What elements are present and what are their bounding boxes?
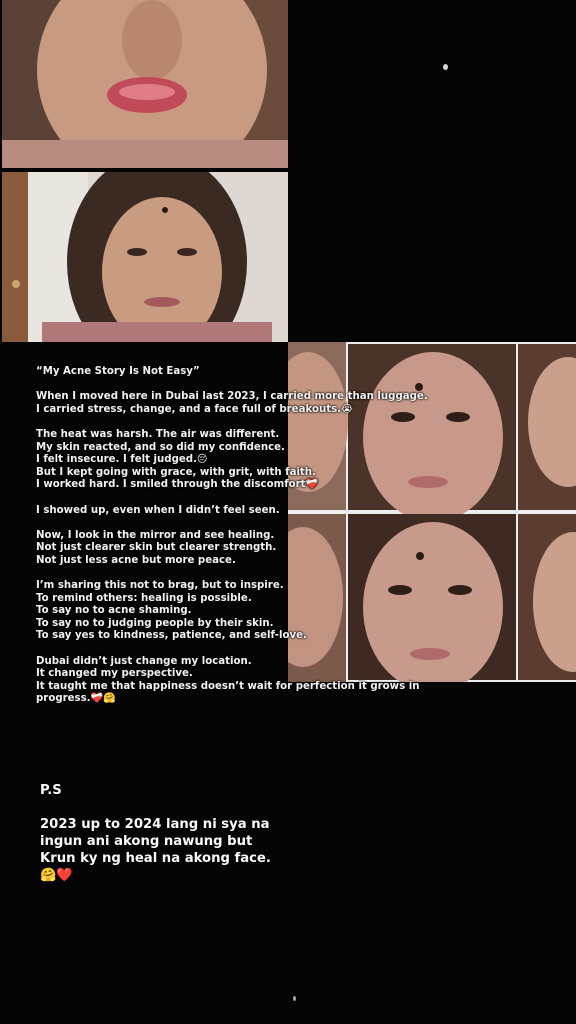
light-speck bbox=[293, 996, 296, 1001]
selfie-photo-bathroom bbox=[2, 172, 288, 342]
story-line: Not just less acne but more peace. bbox=[36, 554, 236, 566]
story-line: To say yes to kindness, patience, and se… bbox=[36, 630, 307, 642]
story-line: I carried stress, change, and a face ful… bbox=[36, 403, 353, 415]
story-line: Not just clearer skin but clearer streng… bbox=[36, 542, 277, 554]
light-speck bbox=[443, 64, 448, 70]
ps-note: P.S 2023 up to 2024 lang ni sya na ingun… bbox=[40, 782, 300, 884]
story-line: The heat was harsh. The air was differen… bbox=[36, 428, 280, 440]
story-line: It taught me that happiness doesn’t wait… bbox=[36, 680, 420, 692]
story-line: I worked hard. I smiled through the disc… bbox=[36, 479, 319, 491]
ps-emoji-line: 🤗❤️ bbox=[40, 868, 73, 883]
ps-line: ingun ani akong nawung but bbox=[40, 834, 253, 849]
ps-line: Krun ky ng heal na akong face. bbox=[40, 851, 271, 866]
story-line: But I kept going with grace, with grit, … bbox=[36, 466, 316, 478]
story-line: When I moved here in Dubai last 2023, I … bbox=[36, 391, 428, 403]
story-line: To remind others: healing is possible. bbox=[36, 592, 252, 604]
story-line: Dubai didn’t just change my location. bbox=[36, 655, 252, 667]
story-line: My skin reacted, and so did my confidenc… bbox=[36, 441, 285, 453]
ps-line: 2023 up to 2024 lang ni sya na bbox=[40, 817, 270, 832]
story-caption: “My Acne Story Is Not Easy” When I moved… bbox=[36, 366, 428, 719]
story-line: To say no to acne shaming. bbox=[36, 605, 192, 617]
story-line: I showed up, even when I didn’t feel see… bbox=[36, 504, 280, 516]
story-line: To say no to judging people by their ski… bbox=[36, 617, 274, 629]
story-line: It changed my perspective. bbox=[36, 668, 193, 680]
story-title: “My Acne Story Is Not Easy” bbox=[36, 366, 200, 377]
story-line: I’m sharing this not to brag, but to ins… bbox=[36, 580, 284, 592]
story-line: progress.❤️‍🩹🤗 bbox=[36, 693, 116, 705]
ps-title: P.S bbox=[40, 783, 62, 798]
selfie-photo-pout bbox=[2, 0, 288, 168]
story-line: Now, I look in the mirror and see healin… bbox=[36, 529, 275, 541]
story-line: I felt insecure. I felt judged.😔 bbox=[36, 454, 208, 466]
